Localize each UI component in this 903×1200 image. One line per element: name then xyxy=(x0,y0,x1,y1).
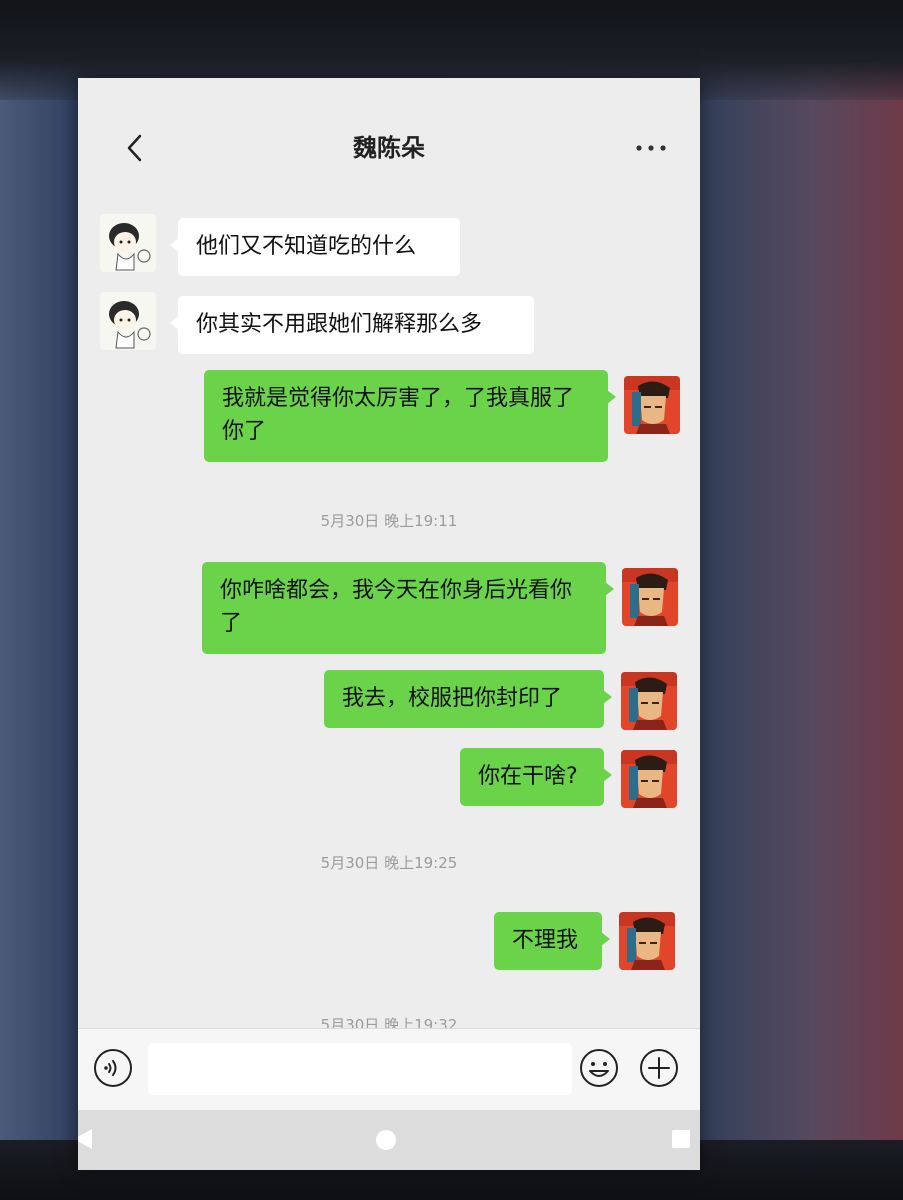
contact-avatar[interactable] xyxy=(100,292,156,350)
chat-header: 魏陈朵 xyxy=(78,78,700,208)
timestamp: 5月30日 晚上19:25 xyxy=(320,854,458,872)
phone-screen: 魏陈朵 他们又不知道吃的什么 你其实不用跟她们解释那么多 我就是觉得你太厉害了，… xyxy=(78,78,700,1170)
chat-title: 魏陈朵 xyxy=(353,134,425,162)
input-toolbar xyxy=(78,1028,700,1111)
message-list: 他们又不知道吃的什么 你其实不用跟她们解释那么多 我就是觉得你太厉害了，了我真服… xyxy=(78,208,700,1034)
received-message[interactable]: 他们又不知道吃的什么 xyxy=(170,218,460,276)
user-avatar[interactable] xyxy=(622,568,678,626)
sent-message[interactable]: 你咋啥都会，我今天在你身后光看你了 xyxy=(202,562,614,654)
voice-icon[interactable] xyxy=(92,1047,134,1089)
nav-home-icon[interactable] xyxy=(372,1126,400,1154)
sent-message[interactable]: 不理我 xyxy=(494,912,610,970)
user-avatar[interactable] xyxy=(624,376,680,434)
received-message[interactable]: 你其实不用跟她们解释那么多 xyxy=(170,296,534,354)
message-input[interactable] xyxy=(148,1043,572,1095)
more-dots-icon[interactable] xyxy=(633,138,669,158)
user-avatar[interactable] xyxy=(621,672,677,730)
sent-message[interactable]: 我就是觉得你太厉害了，了我真服了你了 xyxy=(204,370,616,462)
sent-message[interactable]: 你在干啥? xyxy=(460,748,612,806)
timestamp: 5月30日 晚上19:11 xyxy=(320,512,458,530)
plus-icon[interactable] xyxy=(638,1047,680,1089)
emoji-icon[interactable] xyxy=(578,1047,620,1089)
contact-avatar[interactable] xyxy=(100,214,156,272)
user-avatar[interactable] xyxy=(621,750,677,808)
system-nav-bar xyxy=(78,1110,700,1170)
nav-back-icon[interactable] xyxy=(78,1124,96,1154)
sent-message[interactable]: 我去，校服把你封印了 xyxy=(324,670,612,728)
nav-recent-apps-icon[interactable] xyxy=(670,1128,692,1150)
user-avatar[interactable] xyxy=(619,912,675,970)
